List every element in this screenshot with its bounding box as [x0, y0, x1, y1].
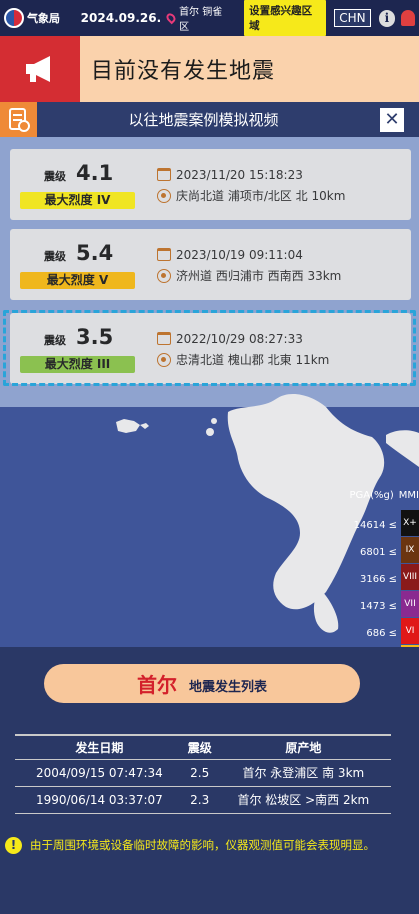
logo-text: 气象局 — [27, 12, 60, 25]
simulation-header: 以往地震案例模拟视频 ✕ — [0, 102, 419, 137]
selection-highlight — [3, 310, 416, 386]
header-origin: 原产地 — [215, 734, 391, 760]
mmi-level: VI — [401, 618, 419, 644]
header-magnitude: 震级 — [183, 734, 216, 760]
event-location: 庆尚北道 浦项市/北区 北 10km — [176, 189, 346, 203]
calendar-icon — [157, 248, 171, 261]
city-history-button[interactable]: 首尔 地震发生列表 — [44, 664, 360, 703]
current-location[interactable]: 首尔 铜雀区 — [164, 3, 231, 33]
cell-origin: 首尔 松坡区 >南西 2km — [215, 786, 391, 814]
history-panel: 首尔 地震发生列表 发生日期 震级 原产地 2004/09/15 07:47:3… — [0, 647, 419, 914]
max-intensity-badge: 最大烈度 IV — [20, 192, 135, 209]
calendar-icon — [157, 168, 171, 181]
pga-label: PGA(%g) — [349, 490, 394, 501]
history-subtitle: 地震发生列表 — [188, 680, 267, 695]
notice-text: 由于周围环境或设备临时故障的影响，仪器观测值可能会表现明显。 — [30, 838, 375, 852]
max-intensity-badge: 最大烈度 V — [20, 272, 135, 289]
close-icon[interactable]: ✕ — [380, 107, 404, 132]
table-row[interactable]: 1990/06/14 03:37:07 2.3 首尔 松坡区 >南西 2km — [15, 786, 391, 814]
top-bar: 气象局 2024.09.26. 首尔 铜雀区 设置感兴趣区域 CHN i — [0, 0, 419, 37]
language-button[interactable]: CHN — [334, 9, 371, 27]
cell-magnitude: 2.5 — [183, 759, 216, 787]
mmi-level: VIII — [401, 564, 419, 590]
simulation-title: 以往地震案例模拟视频 — [128, 111, 279, 129]
header-date: 发生日期 — [15, 734, 184, 760]
earthquake-case-card[interactable]: 震级 5.4 最大烈度 V 2023/10/19 09:11:04 济州道 西归… — [10, 229, 411, 300]
magnitude-label: 震级 — [44, 170, 66, 183]
earthquake-case-card[interactable]: 震级 4.1 最大烈度 IV 2023/11/20 15:18:23 庆尚北道 … — [10, 149, 411, 220]
warning-icon: ! — [5, 837, 22, 854]
event-datetime: 2023/10/19 09:11:04 — [176, 247, 303, 262]
notification-bell-icon[interactable] — [401, 10, 415, 26]
mmi-level: VII — [401, 591, 419, 617]
cell-date: 1990/06/14 03:37:07 — [15, 786, 184, 814]
info-icon[interactable]: i — [378, 9, 396, 27]
alert-title: 目前没有发生地震 — [91, 59, 276, 84]
mmi-level: X+ — [401, 510, 419, 536]
pga-value: 1473 ≤ — [359, 601, 397, 612]
megaphone-icon — [0, 36, 80, 102]
cell-magnitude: 2.3 — [183, 786, 216, 814]
magnitude-value: 5.4 — [76, 241, 114, 265]
alert-banner: 目前没有发生地震 — [0, 36, 419, 102]
magnitude-label: 震级 — [44, 250, 66, 263]
cell-origin: 首尔 永登浦区 南 3km — [215, 759, 391, 787]
epicenter-icon — [157, 188, 171, 203]
city-name: 首尔 — [136, 673, 177, 697]
mmi-level: IX — [401, 537, 419, 563]
location-pin-icon — [164, 11, 178, 25]
event-datetime: 2023/11/20 15:18:23 — [176, 167, 303, 182]
notice: ! 由于周围环境或设备临时故障的影响，仪器观测值可能会表现明显。 — [5, 837, 415, 854]
pga-value: 3166 ≤ — [359, 574, 397, 585]
pga-value: 14614 ≤ — [353, 520, 397, 531]
agency-logo[interactable]: 气象局 — [4, 8, 73, 28]
legend-header: PGA(%g) MMI — [350, 490, 419, 501]
current-date: 2024.09.26. — [80, 11, 162, 25]
pga-value: 6801 ≤ — [359, 547, 397, 558]
epicenter-icon — [157, 268, 171, 283]
mmi-label: MMI — [398, 490, 419, 501]
location-text: 首尔 铜雀区 — [179, 7, 223, 33]
history-table: 发生日期 震级 原产地 2004/09/15 07:47:34 2.5 首尔 永… — [15, 734, 391, 814]
magnitude-value: 4.1 — [76, 161, 114, 185]
cell-date: 2004/09/15 07:47:34 — [15, 759, 184, 787]
table-row[interactable]: 2004/09/15 07:47:34 2.5 首尔 永登浦区 南 3km — [15, 759, 391, 787]
pga-value: 686 ≤ — [366, 628, 397, 639]
logo-emblem-icon — [4, 8, 24, 28]
event-location: 济州道 西归浦市 西南西 33km — [176, 269, 342, 283]
set-area-button[interactable]: 设置感兴趣区域 — [243, 0, 328, 37]
